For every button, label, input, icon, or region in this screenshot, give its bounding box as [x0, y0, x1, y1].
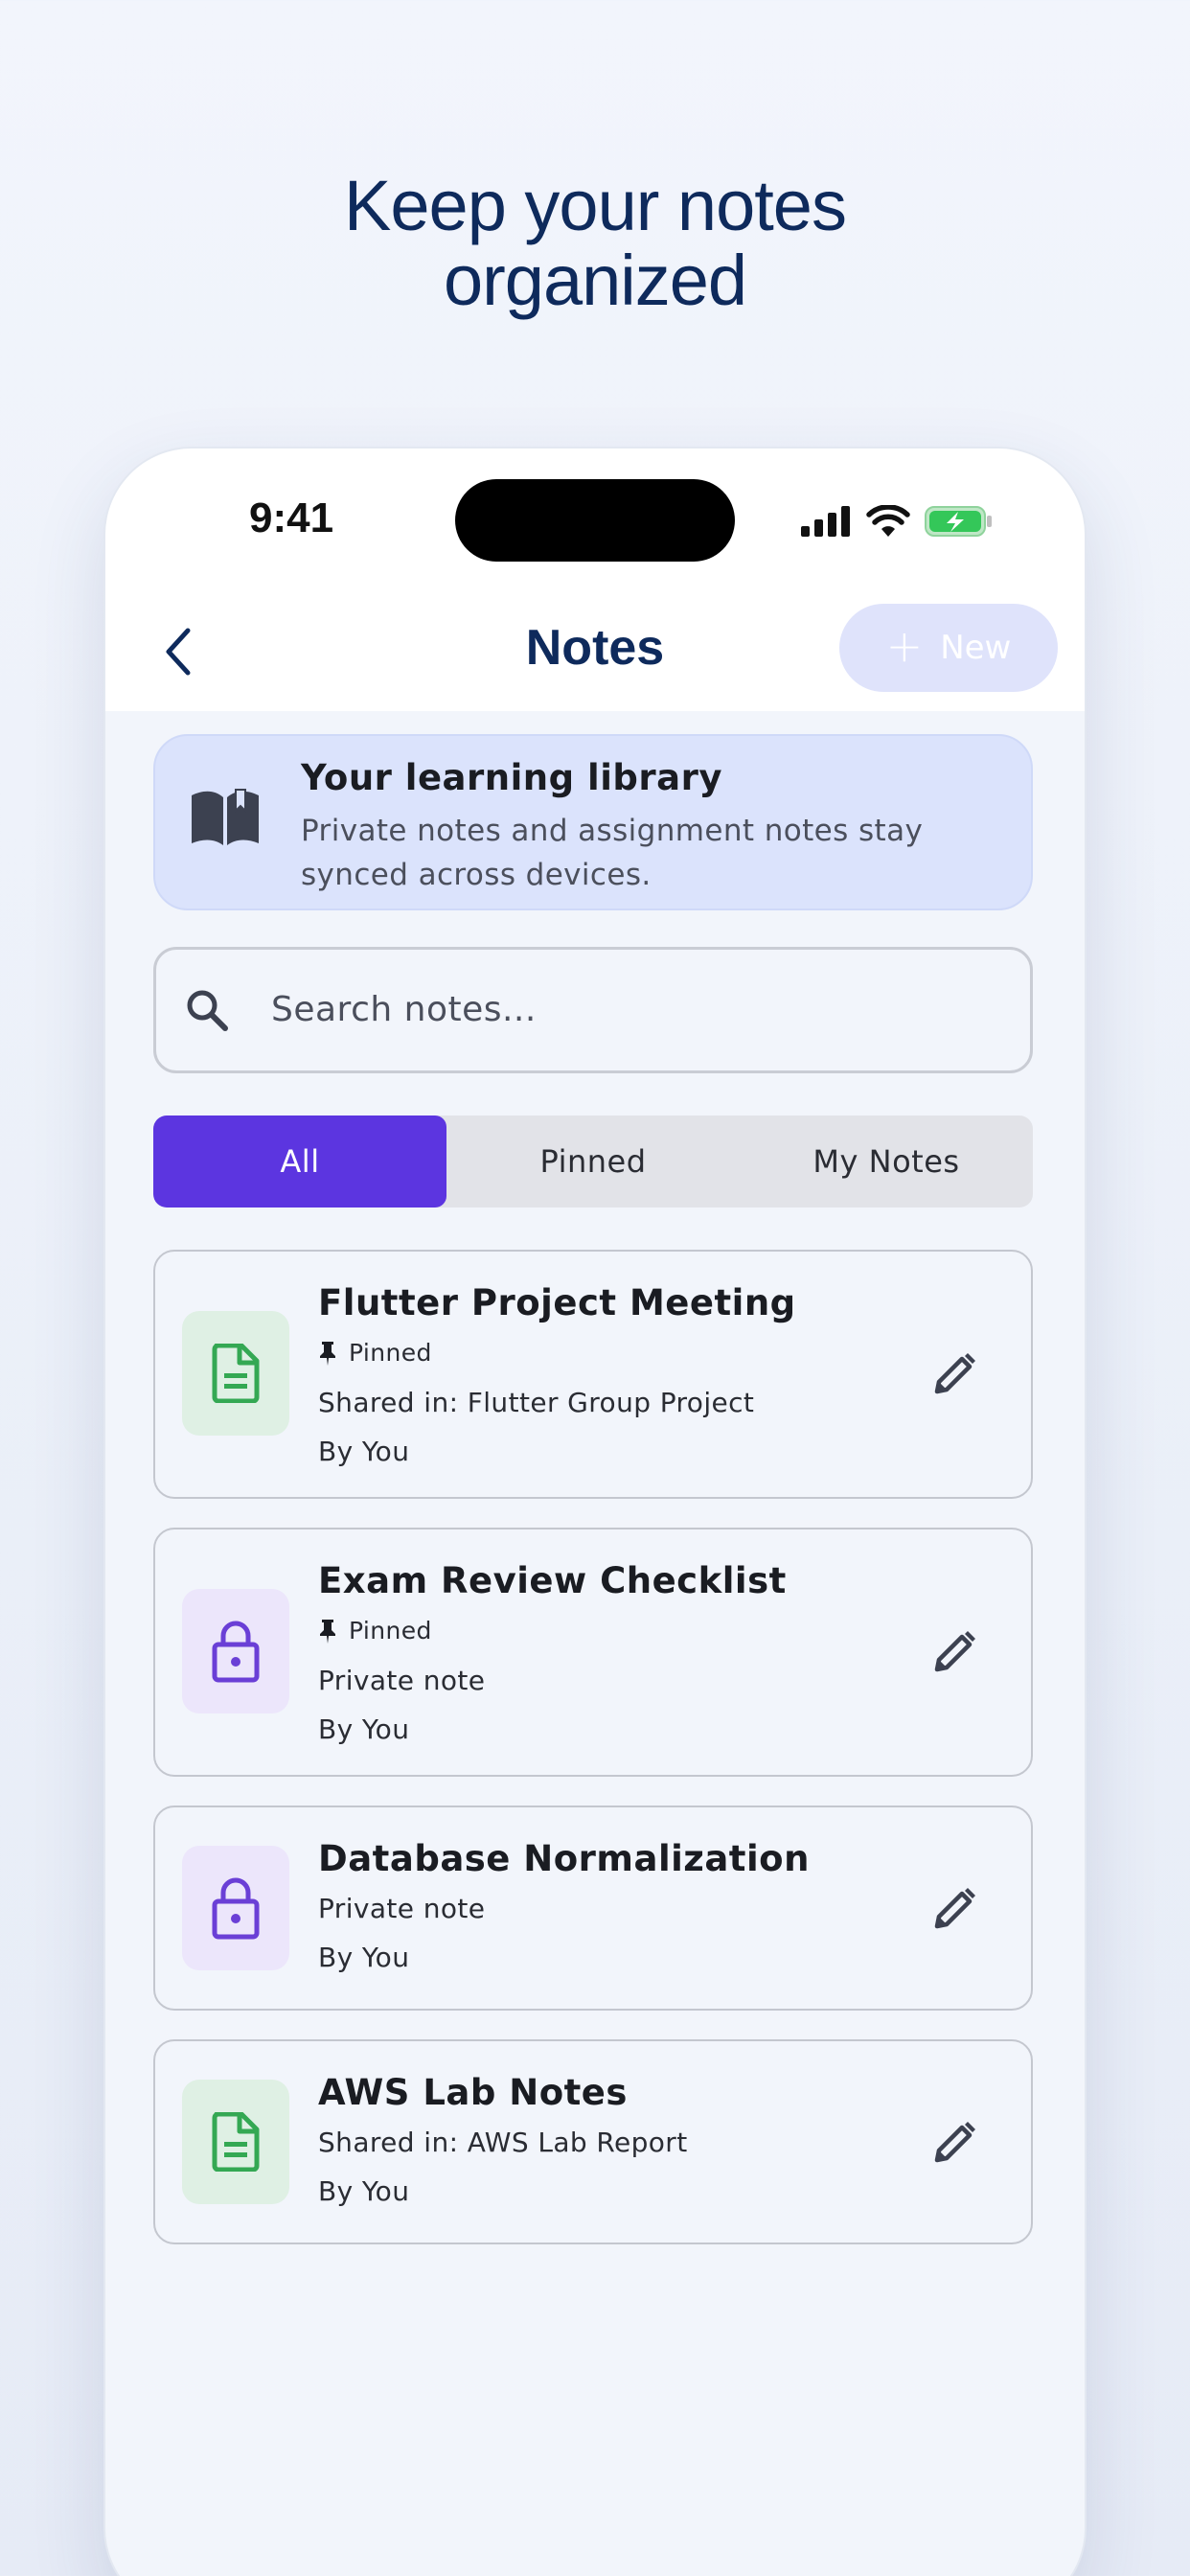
note-author: By You	[318, 2174, 410, 2207]
note-title: Exam Review Checklist	[318, 1560, 787, 1601]
note-title: AWS Lab Notes	[318, 2072, 628, 2113]
phone-frame: 9:41 Notes + New Your learning library P…	[105, 448, 1085, 2576]
new-note-button[interactable]: + New	[839, 604, 1058, 692]
wifi-icon	[866, 505, 910, 537]
tab-all[interactable]: All	[153, 1116, 446, 1208]
headline-line-2: organized	[443, 241, 747, 320]
headline-line-1: Keep your notes	[344, 166, 847, 245]
note-detail: Shared in: AWS Lab Report	[318, 2126, 688, 2158]
hero-headline: Keep your notes organized	[0, 169, 1190, 318]
cellular-signal-icon	[801, 506, 850, 537]
document-icon	[212, 1344, 260, 1403]
app-header: 9:41 Notes + New	[105, 448, 1085, 711]
note-type-badge	[182, 1589, 289, 1714]
document-icon	[212, 2112, 260, 2172]
pinned-indicator: Pinned	[318, 1606, 855, 1656]
filter-tabs: All Pinned My Notes	[153, 1116, 1033, 1208]
pinned-indicator: Pinned	[318, 1328, 855, 1378]
edit-note-button[interactable]	[926, 1623, 983, 1681]
edit-note-button[interactable]	[926, 1346, 983, 1403]
new-button-label: New	[940, 629, 1012, 667]
note-type-badge	[182, 1846, 289, 1970]
pencil-icon	[934, 1888, 975, 1929]
banner-title: Your learning library	[301, 757, 722, 798]
note-author: By You	[318, 1435, 410, 1467]
library-banner: Your learning library Private notes and …	[153, 734, 1033, 910]
note-type-badge	[182, 1311, 289, 1436]
pencil-icon	[934, 2122, 975, 2163]
pencil-icon	[934, 1353, 975, 1394]
lock-icon	[212, 1877, 260, 1940]
open-book-icon	[188, 786, 263, 853]
banner-text: Private notes and assignment notes stay …	[301, 814, 924, 892]
battery-charging-icon	[925, 506, 992, 537]
note-detail: Private note	[318, 1664, 486, 1696]
pencil-icon	[934, 1631, 975, 1672]
search-input[interactable]: Search notes...	[153, 947, 1033, 1073]
tab-my-notes[interactable]: My Notes	[740, 1116, 1033, 1208]
edit-note-button[interactable]	[926, 2114, 983, 2172]
note-title: Database Normalization	[318, 1838, 810, 1879]
note-author: By You	[318, 1941, 410, 1973]
note-card[interactable]: Exam Review Checklist Pinned Private not…	[153, 1528, 1033, 1777]
note-card[interactable]: Flutter Project Meeting Pinned Shared in…	[153, 1250, 1033, 1499]
pinned-label: Pinned	[349, 1339, 432, 1367]
note-title: Flutter Project Meeting	[318, 1282, 796, 1323]
notes-list: Flutter Project Meeting Pinned Shared in…	[153, 1250, 1033, 2273]
note-card[interactable]: Database Normalization Private note By Y…	[153, 1806, 1033, 2011]
search-icon	[185, 988, 229, 1036]
status-time: 9:41	[249, 494, 334, 541]
note-detail: Shared in: Flutter Group Project	[318, 1386, 755, 1418]
status-icons	[799, 504, 995, 539]
pinned-label: Pinned	[349, 1617, 432, 1644]
lock-icon	[212, 1621, 260, 1683]
edit-note-button[interactable]	[926, 1880, 983, 1938]
plus-icon: +	[885, 620, 924, 672]
note-author: By You	[318, 1713, 410, 1745]
note-detail: Private note	[318, 1892, 486, 1924]
note-card[interactable]: AWS Lab Notes Shared in: AWS Lab Report …	[153, 2039, 1033, 2244]
dynamic-island	[455, 479, 735, 562]
pin-icon	[318, 1340, 337, 1367]
search-placeholder: Search notes...	[271, 990, 537, 1029]
note-type-badge	[182, 2080, 289, 2204]
pin-icon	[318, 1618, 337, 1644]
tab-pinned[interactable]: Pinned	[446, 1116, 740, 1208]
